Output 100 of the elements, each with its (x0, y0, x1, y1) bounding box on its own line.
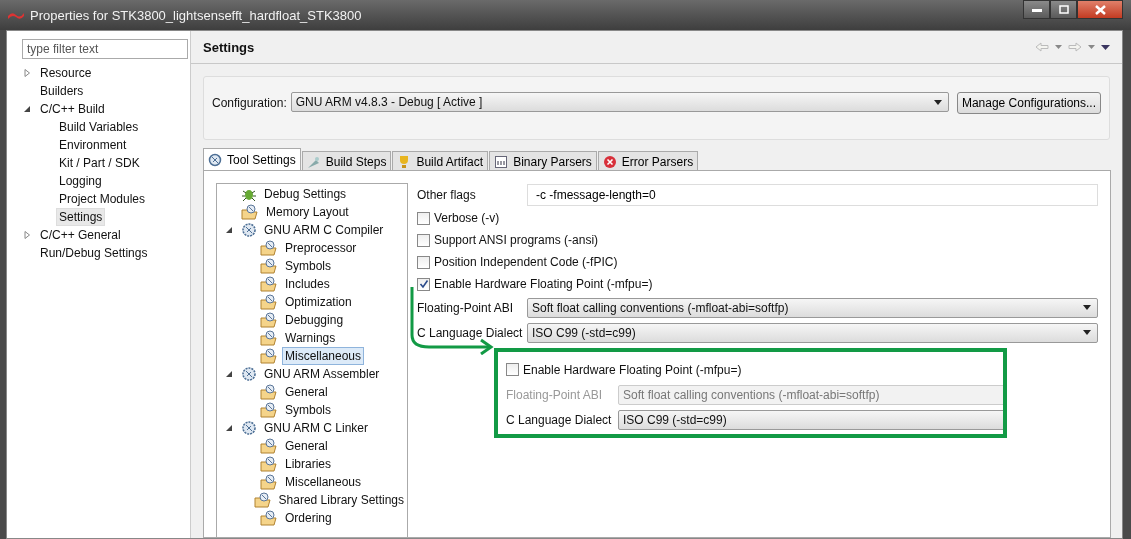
dropdown-icon[interactable] (1088, 45, 1095, 49)
tree-item[interactable]: C/C++ General (37, 226, 124, 244)
gear-icon (241, 420, 257, 436)
minimize-button[interactable] (1023, 0, 1050, 19)
tab[interactable]: Binary Parsers (489, 151, 597, 171)
tree-item[interactable]: Build Variables (56, 118, 142, 136)
tree-item[interactable]: C/C++ Build (37, 100, 108, 118)
tree-item[interactable]: GNU ARM C Compiler (261, 221, 387, 239)
folder-gear-icon (260, 402, 278, 418)
expanded-arrow-icon[interactable] (225, 370, 233, 378)
expanded-arrow-icon[interactable] (23, 105, 31, 113)
checkbox-label: Position Independent Code (-fPIC) (434, 255, 618, 269)
configuration-label: Configuration: (212, 95, 287, 112)
dropdown-icon[interactable] (1055, 45, 1062, 49)
folder-gear-icon (260, 384, 278, 400)
checkbox[interactable] (417, 277, 430, 291)
maximize-button[interactable] (1050, 0, 1077, 19)
option-dropdown[interactable]: ISO C99 (-std=c99) (527, 322, 1098, 343)
tab[interactable]: Build Steps (301, 151, 392, 171)
checkbox-label: Verbose (-v) (434, 211, 500, 225)
tree-item[interactable]: Resource (37, 64, 95, 82)
collapsed-arrow-icon[interactable] (23, 69, 31, 77)
option-label: Floating-Point ABI (417, 300, 515, 315)
maximize-icon (1058, 5, 1069, 14)
folder-gear-icon (260, 330, 278, 346)
binary-file-icon (494, 154, 509, 169)
tab[interactable]: Tool Settings (203, 148, 301, 171)
checkbox[interactable] (417, 233, 430, 247)
checkbox[interactable] (417, 211, 430, 225)
window-title: Properties for STK3800_lightsensefft_hardfloat_STK3800 (30, 7, 363, 23)
page-title: Settings (203, 39, 256, 55)
tree-item[interactable]: Includes (282, 275, 333, 293)
checkbox-label: Support ANSI programs (-ansi) (434, 233, 599, 247)
tree-item[interactable]: Optimization (282, 293, 355, 311)
checkbox-label: Enable Hardware Floating Point (-mfpu=) (523, 362, 742, 377)
folder-gear-icon (253, 492, 272, 508)
folder-gear-icon (260, 294, 278, 310)
tree-item[interactable]: General (282, 383, 331, 401)
gear-icon (208, 153, 222, 167)
close-button[interactable] (1077, 0, 1123, 19)
expanded-arrow-icon[interactable] (225, 226, 233, 234)
tree-item[interactable]: Warnings (282, 329, 339, 347)
option-dropdown[interactable]: Soft float calling conventions (-mfloat-abi=softfp) (527, 297, 1098, 318)
checkbox-label: Enable Hardware Floating Point (-mfpu=) (434, 277, 653, 291)
tree-item[interactable]: Builders (37, 82, 87, 100)
tree-item[interactable]: Libraries (282, 455, 335, 473)
tree-item[interactable]: Settings (56, 208, 106, 226)
caret-icon (933, 99, 942, 105)
folder-gear-icon (260, 474, 278, 490)
folder-gear-icon (260, 438, 278, 454)
folder-gear-icon (260, 312, 278, 328)
tree-item[interactable]: GNU ARM Assembler (261, 365, 383, 383)
caret-icon (1083, 305, 1091, 310)
view-menu-icon[interactable] (1101, 44, 1110, 50)
tree-item[interactable]: Logging (56, 172, 105, 190)
folder-gear-icon (260, 510, 278, 526)
option-dropdown[interactable]: ISO C99 (-std=c99) (618, 409, 1003, 430)
manage-configurations-button[interactable]: Manage Configurations... (956, 92, 1101, 114)
option-label: C Language Dialect (417, 325, 524, 340)
filter-field[interactable]: type filter text (22, 39, 188, 59)
tree-item[interactable]: Kit / Part / SDK (56, 154, 143, 172)
folder-gear-icon (260, 240, 278, 256)
option-label: C Language Dialect (506, 412, 613, 427)
tab[interactable]: Build Artifact (392, 151, 489, 171)
tree-item[interactable]: Project Modules (56, 190, 149, 208)
option-label: Other flags (417, 188, 477, 202)
tree-item[interactable]: Symbols (282, 257, 334, 275)
folder-gear-icon (260, 456, 278, 472)
tree-item[interactable]: Miscellaneous (282, 473, 365, 491)
collapsed-arrow-icon[interactable] (23, 231, 31, 239)
tree-item[interactable]: General (282, 437, 331, 455)
minimize-icon (1031, 7, 1042, 12)
tree-item[interactable]: Symbols (282, 401, 334, 419)
folder-gear-icon (260, 276, 278, 292)
other-flags-field[interactable]: -c -fmessage-length=0 (527, 184, 1098, 206)
folder-gear-icon (260, 348, 278, 364)
tree-item[interactable]: Miscellaneous (282, 347, 365, 365)
expanded-arrow-icon[interactable] (225, 424, 233, 432)
checkbox[interactable] (506, 363, 519, 376)
folder-gear-icon (260, 258, 278, 274)
option-label: Floating-Point ABI (506, 387, 604, 402)
caret-icon (1083, 330, 1091, 335)
tree-item[interactable]: Ordering (282, 509, 335, 527)
tab[interactable]: Error Parsers (597, 151, 699, 171)
tree-item[interactable]: Debugging (282, 311, 347, 329)
tree-item[interactable]: Debug Settings (261, 185, 350, 203)
error-icon (602, 154, 617, 169)
tree-item[interactable]: Memory Layout (263, 203, 352, 221)
configuration-dropdown[interactable]: GNU ARM v4.8.3 - Debug [ Active ] (290, 92, 949, 112)
gear-icon (241, 366, 257, 382)
logo-icon (8, 11, 24, 19)
gear-icon (241, 222, 257, 238)
folder-gear-icon (241, 204, 259, 220)
tree-item[interactable]: Run/Debug Settings (37, 244, 151, 262)
tree-item[interactable]: Preprocessor (282, 239, 360, 257)
tree-item[interactable]: Shared Library Settings (275, 491, 407, 509)
tree-item[interactable]: GNU ARM C Linker (261, 419, 372, 437)
tree-item[interactable]: Environment (56, 136, 130, 154)
close-icon (1094, 4, 1106, 15)
checkbox[interactable] (417, 255, 430, 269)
